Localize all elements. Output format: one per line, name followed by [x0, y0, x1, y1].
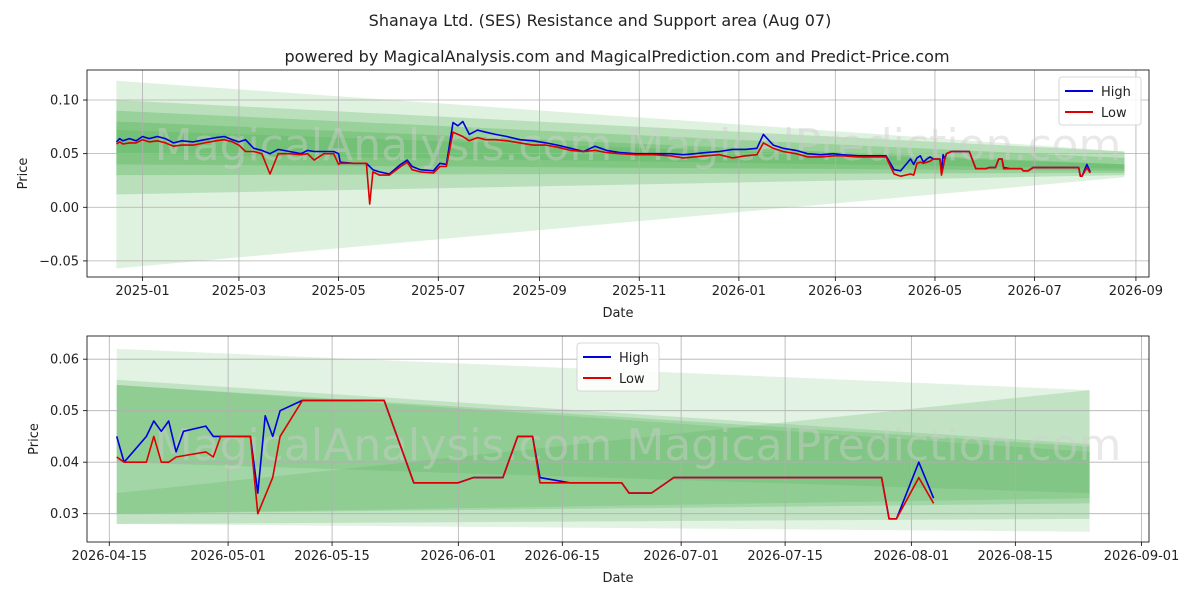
top-chart-panel: MagicalAnalysis.com MagicalPrediction.co…	[16, 69, 1163, 321]
legend-label-low: Low	[619, 372, 645, 387]
x-tick-label: 2025-01	[115, 284, 169, 299]
y-tick-label: 0.10	[50, 94, 79, 109]
x-tick-label: 2026-03	[808, 284, 862, 299]
x-tick-label: 2026-06-01	[421, 549, 497, 564]
y-tick-label: 0.05	[50, 404, 79, 419]
bottom-chart-panel: MagicalAnalysis.com MagicalPrediction.co…	[27, 335, 1180, 586]
x-tick-label: 2026-05-01	[190, 549, 266, 564]
x-tick-label: 2026-05-15	[294, 549, 370, 564]
x-tick-label: 2026-07	[1007, 284, 1061, 299]
plot-area: MagicalAnalysis.com MagicalPrediction.co…	[87, 70, 1149, 277]
watermark-text: MagicalAnalysis.com MagicalPrediction.co…	[155, 420, 1122, 471]
x-axis-label: Date	[602, 306, 633, 321]
y-tick-label: 0.05	[50, 147, 79, 162]
x-tick-label: 2026-06-15	[525, 549, 601, 564]
x-tick-label: 2026-08-15	[978, 549, 1054, 564]
y-tick-label: 0.06	[50, 353, 79, 368]
x-tick-label: 2026-09-01	[1104, 549, 1180, 564]
x-tick-label: 2025-03	[212, 284, 266, 299]
legend: High Low	[576, 342, 660, 392]
x-axis-label: Date	[602, 571, 633, 586]
y-axis-label: Price	[27, 423, 42, 455]
chart-title: Shanaya Ltd. (SES) Resistance and Suppor…	[369, 11, 832, 30]
y-tick-label: 0.04	[50, 456, 79, 471]
legend-label-high: High	[1101, 85, 1131, 100]
x-tick-label: 2026-05	[908, 284, 962, 299]
y-tick-label: 0.00	[50, 201, 79, 216]
x-tick-label: 2026-07-15	[747, 549, 823, 564]
y-tick-label: −0.05	[39, 254, 79, 269]
x-tick-label: 2025-11	[612, 284, 666, 299]
x-tick-label: 2026-09	[1109, 284, 1163, 299]
x-tick-label: 2026-01	[712, 284, 766, 299]
x-tick-label: 2026-08-01	[874, 549, 950, 564]
x-tick-label: 2025-09	[512, 284, 566, 299]
legend: High Low	[1058, 76, 1142, 126]
x-tick-label: 2026-07-01	[643, 549, 719, 564]
x-tick-label: 2025-05	[311, 284, 365, 299]
figure-canvas: Shanaya Ltd. (SES) Resistance and Suppor…	[16, 11, 1180, 586]
y-tick-label: 0.03	[50, 507, 79, 522]
legend-label-high: High	[619, 351, 649, 366]
chart-subtitle: powered by MagicalAnalysis.com and Magic…	[284, 47, 949, 66]
x-tick-label: 2025-07	[411, 284, 465, 299]
y-axis-label: Price	[16, 158, 31, 190]
watermark-text: MagicalAnalysis.com MagicalPrediction.co…	[155, 120, 1122, 171]
x-tick-label: 2026-04-15	[71, 549, 147, 564]
legend-label-low: Low	[1101, 106, 1127, 121]
